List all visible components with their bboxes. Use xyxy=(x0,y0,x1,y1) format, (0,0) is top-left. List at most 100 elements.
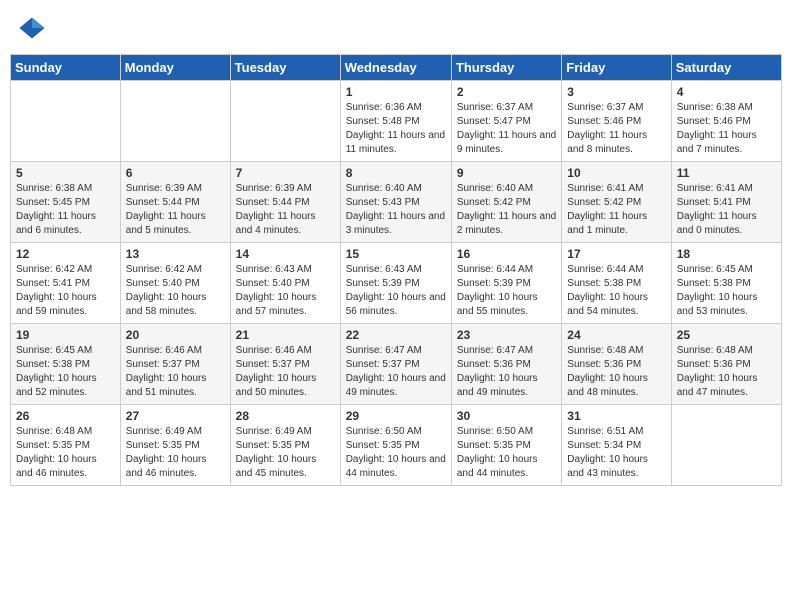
day-info: Sunrise: 6:47 AM Sunset: 5:37 PM Dayligh… xyxy=(346,344,446,400)
day-info: Sunrise: 6:44 AM Sunset: 5:39 PM Dayligh… xyxy=(457,263,556,319)
calendar-header-saturday: Saturday xyxy=(671,55,781,81)
calendar-cell: 4 Sunrise: 6:38 AM Sunset: 5:46 PM Daylig… xyxy=(671,81,781,162)
day-info: Sunrise: 6:37 AM Sunset: 5:47 PM Dayligh… xyxy=(457,101,556,157)
day-info: Sunrise: 6:48 AM Sunset: 5:36 PM Dayligh… xyxy=(567,344,665,400)
calendar-cell: 1Sunrise: 6:36 AM Sunset: 5:48 PM Daylig… xyxy=(340,81,451,162)
day-number: 12 xyxy=(16,247,115,261)
day-number: 13 xyxy=(126,247,225,261)
calendar-cell: 29Sunrise: 6:50 AM Sunset: 5:35 PM Dayli… xyxy=(340,405,451,486)
day-number: 30 xyxy=(457,409,556,423)
calendar-table: SundayMondayTuesdayWednesdayThursdayFrid… xyxy=(10,54,782,486)
day-info: Sunrise: 6:49 AM Sunset: 5:35 PM Dayligh… xyxy=(126,425,225,481)
calendar-cell: 5 Sunrise: 6:38 AM Sunset: 5:45 PM Daylig… xyxy=(11,162,121,243)
calendar-cell: 18 Sunrise: 6:45 AM Sunset: 5:38 PM Dayli… xyxy=(671,243,781,324)
day-number: 5 xyxy=(16,166,115,180)
day-info: Sunrise: 6:39 AM Sunset: 5:44 PM Dayligh… xyxy=(236,182,335,238)
day-number: 3 xyxy=(567,85,665,99)
day-number: 21 xyxy=(236,328,335,342)
page-header xyxy=(10,10,782,46)
day-number: 19 xyxy=(16,328,115,342)
day-info: Sunrise: 6:43 AM Sunset: 5:40 PM Dayligh… xyxy=(236,263,335,319)
calendar-cell: 21 Sunrise: 6:46 AM Sunset: 5:37 PM Dayli… xyxy=(230,324,340,405)
day-info: Sunrise: 6:51 AM Sunset: 5:34 PM Dayligh… xyxy=(567,425,665,481)
calendar-cell: 3Sunrise: 6:37 AM Sunset: 5:46 PM Daylig… xyxy=(562,81,671,162)
calendar-cell xyxy=(120,81,230,162)
calendar-cell: 16 Sunrise: 6:44 AM Sunset: 5:39 PM Dayli… xyxy=(451,243,561,324)
calendar-week-5: 26 Sunrise: 6:48 AM Sunset: 5:35 PM Dayli… xyxy=(11,405,782,486)
day-number: 10 xyxy=(567,166,665,180)
day-number: 14 xyxy=(236,247,335,261)
day-info: Sunrise: 6:47 AM Sunset: 5:36 PM Dayligh… xyxy=(457,344,556,400)
day-info: Sunrise: 6:50 AM Sunset: 5:35 PM Dayligh… xyxy=(346,425,446,481)
calendar-cell: 23 Sunrise: 6:47 AM Sunset: 5:36 PM Dayli… xyxy=(451,324,561,405)
day-number: 26 xyxy=(16,409,115,423)
day-number: 16 xyxy=(457,247,556,261)
logo-icon xyxy=(18,14,46,42)
calendar-cell: 17Sunrise: 6:44 AM Sunset: 5:38 PM Dayli… xyxy=(562,243,671,324)
calendar-cell: 11 Sunrise: 6:41 AM Sunset: 5:41 PM Dayli… xyxy=(671,162,781,243)
day-info: Sunrise: 6:36 AM Sunset: 5:48 PM Dayligh… xyxy=(346,101,446,157)
calendar-header-row: SundayMondayTuesdayWednesdayThursdayFrid… xyxy=(11,55,782,81)
day-info: Sunrise: 6:49 AM Sunset: 5:35 PM Dayligh… xyxy=(236,425,335,481)
calendar-cell: 6 Sunrise: 6:39 AM Sunset: 5:44 PM Daylig… xyxy=(120,162,230,243)
day-info: Sunrise: 6:46 AM Sunset: 5:37 PM Dayligh… xyxy=(126,344,225,400)
calendar-week-1: 1Sunrise: 6:36 AM Sunset: 5:48 PM Daylig… xyxy=(11,81,782,162)
calendar-cell: 7 Sunrise: 6:39 AM Sunset: 5:44 PM Daylig… xyxy=(230,162,340,243)
calendar-cell: 9Sunrise: 6:40 AM Sunset: 5:42 PM Daylig… xyxy=(451,162,561,243)
day-number: 4 xyxy=(677,85,776,99)
calendar-cell: 14 Sunrise: 6:43 AM Sunset: 5:40 PM Dayli… xyxy=(230,243,340,324)
calendar-header-tuesday: Tuesday xyxy=(230,55,340,81)
calendar-cell: 2 Sunrise: 6:37 AM Sunset: 5:47 PM Daylig… xyxy=(451,81,561,162)
day-number: 15 xyxy=(346,247,446,261)
day-number: 28 xyxy=(236,409,335,423)
day-number: 2 xyxy=(457,85,556,99)
calendar-week-4: 19 Sunrise: 6:45 AM Sunset: 5:38 PM Dayli… xyxy=(11,324,782,405)
day-number: 23 xyxy=(457,328,556,342)
day-info: Sunrise: 6:44 AM Sunset: 5:38 PM Dayligh… xyxy=(567,263,665,319)
calendar-cell: 19 Sunrise: 6:45 AM Sunset: 5:38 PM Dayli… xyxy=(11,324,121,405)
calendar-cell: 24 Sunrise: 6:48 AM Sunset: 5:36 PM Dayli… xyxy=(562,324,671,405)
calendar-cell: 25 Sunrise: 6:48 AM Sunset: 5:36 PM Dayli… xyxy=(671,324,781,405)
calendar-cell: 12 Sunrise: 6:42 AM Sunset: 5:41 PM Dayli… xyxy=(11,243,121,324)
day-number: 22 xyxy=(346,328,446,342)
calendar-header-sunday: Sunday xyxy=(11,55,121,81)
day-number: 8 xyxy=(346,166,446,180)
calendar-cell: 10 Sunrise: 6:41 AM Sunset: 5:42 PM Dayli… xyxy=(562,162,671,243)
day-number: 24 xyxy=(567,328,665,342)
day-info: Sunrise: 6:41 AM Sunset: 5:42 PM Dayligh… xyxy=(567,182,665,238)
day-info: Sunrise: 6:41 AM Sunset: 5:41 PM Dayligh… xyxy=(677,182,776,238)
calendar-cell: 31Sunrise: 6:51 AM Sunset: 5:34 PM Dayli… xyxy=(562,405,671,486)
calendar-cell: 8Sunrise: 6:40 AM Sunset: 5:43 PM Daylig… xyxy=(340,162,451,243)
day-info: Sunrise: 6:42 AM Sunset: 5:41 PM Dayligh… xyxy=(16,263,115,319)
day-info: Sunrise: 6:48 AM Sunset: 5:35 PM Dayligh… xyxy=(16,425,115,481)
calendar-week-3: 12 Sunrise: 6:42 AM Sunset: 5:41 PM Dayli… xyxy=(11,243,782,324)
day-number: 7 xyxy=(236,166,335,180)
calendar-header-monday: Monday xyxy=(120,55,230,81)
calendar-cell: 22 Sunrise: 6:47 AM Sunset: 5:37 PM Dayli… xyxy=(340,324,451,405)
calendar-cell: 28 Sunrise: 6:49 AM Sunset: 5:35 PM Dayli… xyxy=(230,405,340,486)
calendar-header-wednesday: Wednesday xyxy=(340,55,451,81)
day-info: Sunrise: 6:45 AM Sunset: 5:38 PM Dayligh… xyxy=(677,263,776,319)
calendar-header-friday: Friday xyxy=(562,55,671,81)
day-number: 27 xyxy=(126,409,225,423)
day-number: 20 xyxy=(126,328,225,342)
day-number: 11 xyxy=(677,166,776,180)
day-number: 18 xyxy=(677,247,776,261)
calendar-cell: 20 Sunrise: 6:46 AM Sunset: 5:37 PM Dayli… xyxy=(120,324,230,405)
day-info: Sunrise: 6:46 AM Sunset: 5:37 PM Dayligh… xyxy=(236,344,335,400)
calendar-cell: 30Sunrise: 6:50 AM Sunset: 5:35 PM Dayli… xyxy=(451,405,561,486)
day-info: Sunrise: 6:38 AM Sunset: 5:46 PM Dayligh… xyxy=(677,101,776,157)
day-info: Sunrise: 6:42 AM Sunset: 5:40 PM Dayligh… xyxy=(126,263,225,319)
day-info: Sunrise: 6:38 AM Sunset: 5:45 PM Dayligh… xyxy=(16,182,115,238)
day-info: Sunrise: 6:39 AM Sunset: 5:44 PM Dayligh… xyxy=(126,182,225,238)
day-info: Sunrise: 6:45 AM Sunset: 5:38 PM Dayligh… xyxy=(16,344,115,400)
calendar-cell: 27 Sunrise: 6:49 AM Sunset: 5:35 PM Dayli… xyxy=(120,405,230,486)
day-number: 25 xyxy=(677,328,776,342)
calendar-cell: 15Sunrise: 6:43 AM Sunset: 5:39 PM Dayli… xyxy=(340,243,451,324)
day-number: 9 xyxy=(457,166,556,180)
calendar-cell: 13 Sunrise: 6:42 AM Sunset: 5:40 PM Dayli… xyxy=(120,243,230,324)
calendar-cell xyxy=(11,81,121,162)
calendar-cell xyxy=(671,405,781,486)
day-info: Sunrise: 6:48 AM Sunset: 5:36 PM Dayligh… xyxy=(677,344,776,400)
day-number: 6 xyxy=(126,166,225,180)
